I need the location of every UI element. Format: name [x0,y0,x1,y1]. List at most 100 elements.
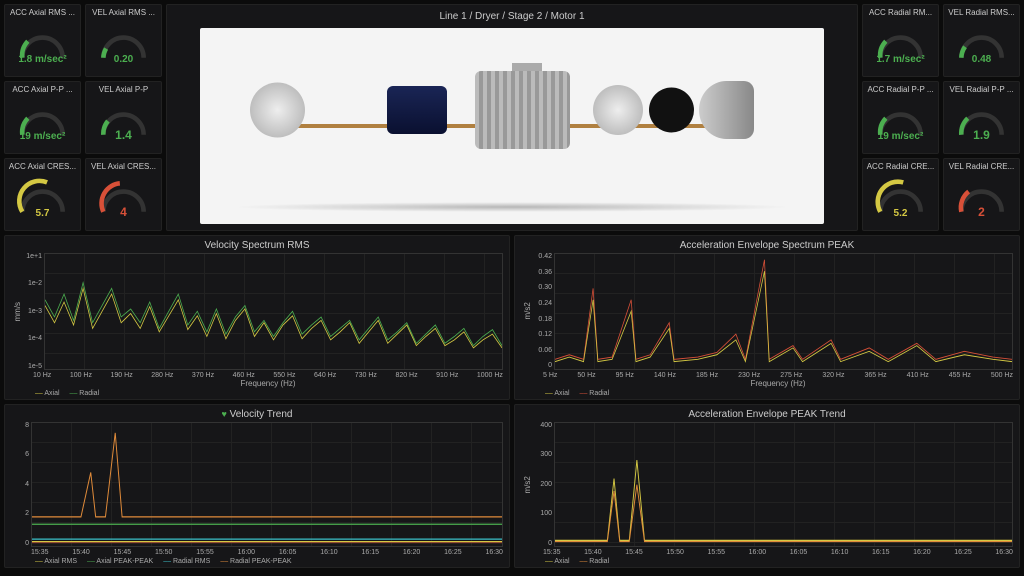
chart-body: 86420 [11,422,503,548]
gauge-icon: 2 [954,173,1009,223]
chart-accel-trend[interactable]: Acceleration Envelope PEAK Trend m/s2 40… [514,404,1020,569]
gauge-icon: 0.20 [96,19,151,69]
chart-body: m/s2 0.420.360.300.240.180.120.060 [521,253,1013,370]
y-ticks: 86420 [11,422,31,548]
chart-grid: Velocity Spectrum RMS mm/s 1e+11e-21e-31… [0,235,1024,572]
x-ticks: 5 Hz50 Hz95 Hz140 Hz185 Hz230 Hz275 Hz32… [521,370,1013,379]
gauge-col-left-b: VEL Axial RMS ... 0.20 VEL Axial P-P 1.4… [85,4,162,231]
gauge-acc-radial-pp[interactable]: ACC Radial P-P ... 19 m/sec² [862,81,939,154]
gauge-col-right-a: ACC Radial RM... 1.7 m/sec² ACC Radial P… [862,4,939,231]
x-ticks: 10 Hz100 Hz190 Hz280 Hz370 Hz460 Hz550 H… [11,370,503,379]
plot-area[interactable] [554,253,1013,370]
gauge-title: ACC Radial RM... [863,5,938,17]
chart-body: m/s2 4003002001000 [521,422,1013,548]
chart-title: Acceleration Envelope Spectrum PEAK [521,240,1013,251]
gauge-acc-axial-pp[interactable]: ACC Axial P-P ... 19 m/sec² [4,81,81,154]
chart-title: Acceleration Envelope PEAK Trend [521,409,1013,420]
gauge-icon: 0.48 [954,19,1009,69]
breadcrumb[interactable]: Line 1 / Dryer / Stage 2 / Motor 1 [439,11,584,22]
gauge-acc-axial-crest[interactable]: ACC Axial CRES... 5.7 [4,158,81,231]
gauge-col-left-a: ACC Axial RMS ... 1.8 m/sec² ACC Axial P… [4,4,81,231]
gauge-title: ACC Radial P-P ... [863,82,938,94]
gauge-icon: 5.2 [873,173,928,223]
gauge-vel-axial-pp[interactable]: VEL Axial P-P 1.4 [85,81,162,154]
gauge-vel-axial-rms[interactable]: VEL Axial RMS ... 0.20 [85,4,162,77]
gauge-title: VEL Axial RMS ... [86,5,161,17]
x-ticks: 15:3515:4015:4515:5015:5516:0016:0516:10… [521,547,1013,556]
chart-accel-spectrum[interactable]: Acceleration Envelope Spectrum PEAK m/s2… [514,235,1020,400]
gauge-value: 2 [954,205,1009,219]
gauge-acc-axial-rms[interactable]: ACC Axial RMS ... 1.8 m/sec² [4,4,81,77]
plot-area[interactable] [31,422,503,548]
gauge-value: 0.48 [954,54,1009,65]
legend-item[interactable]: Radial [580,390,610,397]
y-axis-label: m/s2 [521,422,534,548]
gauge-icon: 1.9 [954,96,1009,146]
top-row: ACC Axial RMS ... 1.8 m/sec² ACC Axial P… [0,0,1024,235]
x-axis-label: Frequency (Hz) [11,379,503,388]
legend-item[interactable]: Axial RMS [35,558,77,565]
gauge-icon: 19 m/sec² [873,96,928,146]
chart-body: mm/s 1e+11e-21e-31e-41e-5 [11,253,503,370]
legend: Axial Radial [521,388,1013,397]
chart-velocity-spectrum[interactable]: Velocity Spectrum RMS mm/s 1e+11e-21e-31… [4,235,510,400]
gauge-icon: 19 m/sec² [15,96,70,146]
gauge-title: VEL Radial RMS... [944,5,1019,17]
legend-item[interactable]: Radial [70,390,100,397]
gauge-icon: 4 [96,173,151,223]
y-axis-label: mm/s [11,253,24,370]
y-ticks: 0.420.360.300.240.180.120.060 [534,253,554,370]
gauge-value: 0.20 [96,54,151,65]
gauge-title: ACC Radial CRE... [863,159,938,171]
gauge-value: 5.2 [873,208,928,219]
chart-title: ♥ Velocity Trend [11,409,503,420]
gauge-icon: 1.4 [96,96,151,146]
gauge-value: 19 m/sec² [15,131,70,142]
gauge-title: ACC Axial P-P ... [5,82,80,94]
legend: Axial Radial [521,556,1013,565]
legend-item[interactable]: Radial PEAK-PEAK [220,558,291,565]
gauge-vel-radial-crest[interactable]: VEL Radial CRE... 2 [943,158,1020,231]
legend-item[interactable]: Radial RMS [163,558,210,565]
gauge-title: ACC Axial CRES... [5,159,80,171]
gauge-vel-radial-pp[interactable]: VEL Radial P-P ... 1.9 [943,81,1020,154]
motor-exploded-image [200,28,824,224]
plot-area[interactable] [44,253,503,370]
gauge-col-right-b: VEL Radial RMS... 0.48 VEL Radial P-P ..… [943,4,1020,231]
gauge-vel-axial-crest[interactable]: VEL Axial CRES... 4 [85,158,162,231]
legend: Axial RMS Axial PEAK-PEAK Radial RMS Rad… [11,556,503,565]
x-ticks: 15:3515:4015:4515:5015:5516:0016:0516:10… [11,547,503,556]
gauge-value: 5.7 [15,208,70,219]
gauge-value: 1.7 m/sec² [873,54,928,65]
y-ticks: 4003002001000 [534,422,554,548]
chart-velocity-trend[interactable]: ♥ Velocity Trend 86420 15:3515:4015:4515… [4,404,510,569]
gauge-icon: 1.8 m/sec² [15,19,70,69]
y-axis-label: m/s2 [521,253,534,370]
gauge-title: VEL Radial CRE... [944,159,1019,171]
gauge-value: 1.8 m/sec² [15,54,70,65]
gauge-value: 1.4 [96,128,151,142]
gauge-icon: 1.7 m/sec² [873,19,928,69]
legend-item[interactable]: Axial PEAK-PEAK [87,558,153,565]
gauge-value: 19 m/sec² [873,131,928,142]
y-ticks: 1e+11e-21e-31e-41e-5 [24,253,44,370]
gauge-icon: 5.7 [15,173,70,223]
gauge-title: ACC Axial RMS ... [5,5,80,17]
legend-item[interactable]: Axial [545,558,570,565]
gauge-acc-radial-rms[interactable]: ACC Radial RM... 1.7 m/sec² [862,4,939,77]
plot-area[interactable] [554,422,1013,548]
asset-panel: Line 1 / Dryer / Stage 2 / Motor 1 [166,4,858,231]
x-axis-label: Frequency (Hz) [521,379,1013,388]
legend-item[interactable]: Axial [545,390,570,397]
gauge-title: VEL Radial P-P ... [944,82,1019,94]
gauge-vel-radial-rms[interactable]: VEL Radial RMS... 0.48 [943,4,1020,77]
gauge-value: 1.9 [954,128,1009,142]
legend: Axial Radial [11,388,503,397]
gauge-acc-radial-crest[interactable]: ACC Radial CRE... 5.2 [862,158,939,231]
chart-title: Velocity Spectrum RMS [11,240,503,251]
legend-item[interactable]: Radial [580,558,610,565]
gauge-title: VEL Axial P-P [86,82,161,94]
legend-item[interactable]: Axial [35,390,60,397]
heart-icon: ♥ [222,409,227,419]
gauge-title: VEL Axial CRES... [86,159,161,171]
